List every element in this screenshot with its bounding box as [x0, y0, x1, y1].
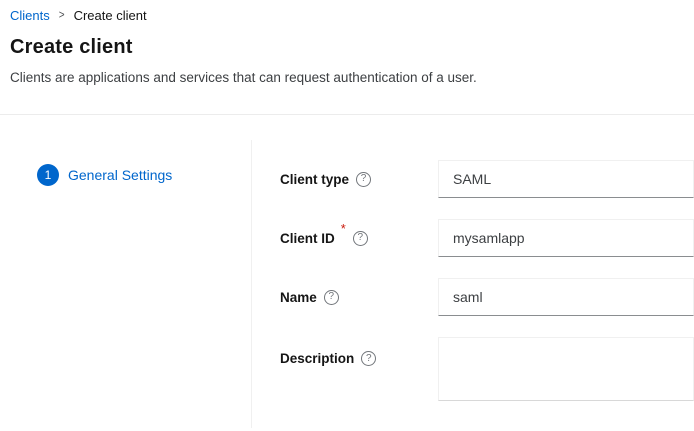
breadcrumb-current: Create client [74, 8, 147, 23]
header-divider [0, 114, 694, 115]
client-type-field-cell [438, 160, 694, 198]
page-subtitle: Clients are applications and services th… [10, 70, 477, 85]
client-id-label-cell: Client ID * ? [280, 219, 438, 257]
breadcrumb-separator-icon: > [59, 9, 65, 22]
general-settings-form: Client type ? Client ID * ? Name ? Descr… [280, 160, 694, 422]
client-type-help-icon[interactable]: ? [356, 172, 371, 187]
description-label: Description [280, 351, 354, 366]
required-indicator: * [341, 219, 346, 235]
description-help-icon[interactable]: ? [361, 351, 376, 366]
client-id-input[interactable] [438, 219, 694, 257]
client-id-field-cell [438, 219, 694, 257]
name-help-icon[interactable]: ? [324, 290, 339, 305]
name-field-cell [438, 278, 694, 316]
client-type-label: Client type [280, 172, 349, 187]
client-id-label: Client ID [280, 231, 335, 246]
client-type-label-cell: Client type ? [280, 160, 438, 198]
description-label-cell: Description ? [280, 337, 438, 401]
form-row-name: Name ? [280, 278, 694, 316]
form-row-description: Description ? [280, 337, 694, 401]
wizard-step-general-settings[interactable]: 1 General Settings [37, 164, 172, 186]
description-field-cell [438, 337, 694, 401]
breadcrumb: Clients > Create client [10, 8, 147, 23]
step-number-badge: 1 [37, 164, 59, 186]
description-textarea[interactable] [438, 337, 694, 401]
name-label-cell: Name ? [280, 278, 438, 316]
name-input[interactable] [438, 278, 694, 316]
form-row-client-id: Client ID * ? [280, 219, 694, 257]
wizard-content-divider [251, 140, 252, 428]
name-label: Name [280, 290, 317, 305]
breadcrumb-link-clients[interactable]: Clients [10, 8, 50, 23]
client-type-input[interactable] [438, 160, 694, 198]
form-row-client-type: Client type ? [280, 160, 694, 198]
step-label: General Settings [68, 167, 172, 183]
page-title: Create client [10, 36, 133, 59]
client-id-help-icon[interactable]: ? [353, 231, 368, 246]
